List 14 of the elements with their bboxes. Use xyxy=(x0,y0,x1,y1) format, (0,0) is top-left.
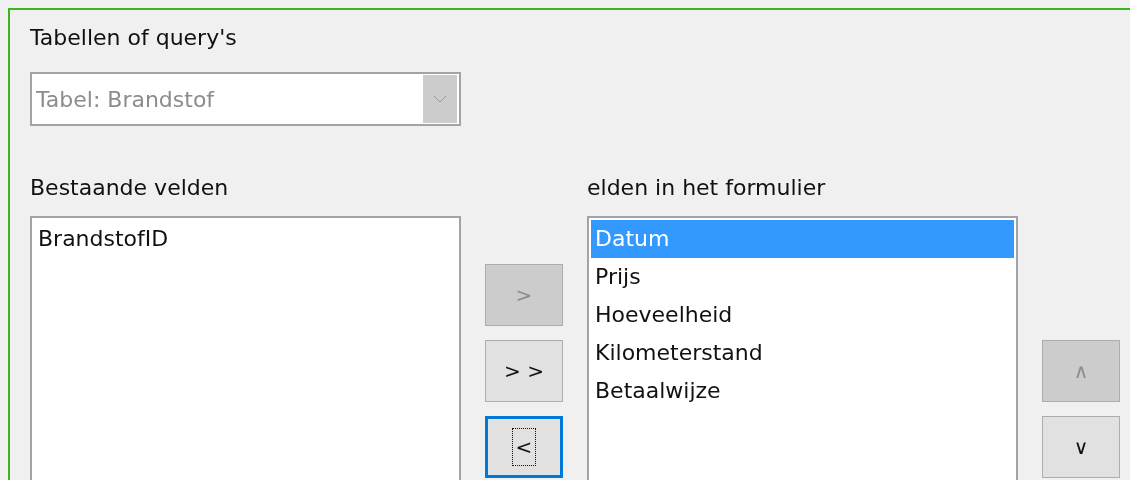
list-item[interactable]: Prijs xyxy=(591,258,1014,296)
move-button[interactable]: > > xyxy=(485,340,563,402)
field-list[interactable]: BrandstofID xyxy=(30,216,461,480)
chevron-down-icon xyxy=(433,95,447,103)
list-item[interactable]: Hoeveelheid xyxy=(591,296,1014,334)
list-label: Bestaande velden xyxy=(30,174,230,202)
list-label: elden in het formulier xyxy=(587,174,827,202)
list-item[interactable]: Betaalwijze xyxy=(591,372,1014,410)
move-button[interactable]: ∨ xyxy=(1042,416,1120,478)
move-button[interactable]: < xyxy=(485,416,563,478)
source-label: Tabellen of query's xyxy=(30,24,238,52)
list-item[interactable]: Kilometerstand xyxy=(591,334,1014,372)
field-list[interactable]: Datum Prijs Hoeveelheid Kilometerstand Betaalwijze xyxy=(587,216,1018,480)
list-item[interactable]: BrandstofID xyxy=(34,220,457,258)
